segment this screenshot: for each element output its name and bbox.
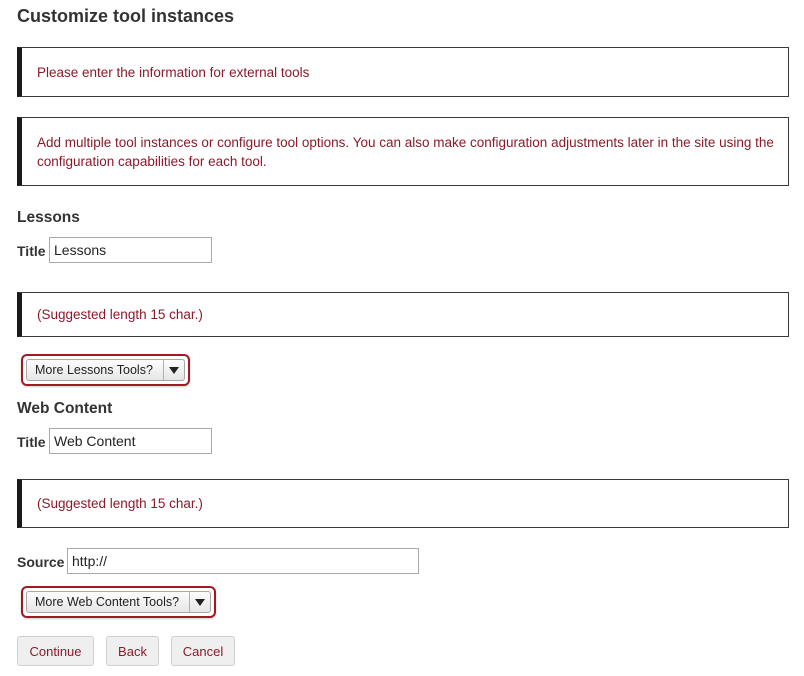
web-content-title-input[interactable] [49, 428, 212, 454]
back-button[interactable]: Back [106, 636, 159, 666]
web-content-length-hint-text: (Suggested length 15 char.) [37, 496, 203, 511]
web-content-source-input[interactable] [67, 548, 419, 574]
page-title: Customize tool instances [17, 6, 235, 26]
lessons-heading: Lessons [17, 209, 80, 226]
external-tools-message: Please enter the information for externa… [17, 47, 789, 97]
lessons-title-label: Title [17, 243, 46, 259]
web-content-length-hint: (Suggested length 15 char.) [17, 479, 789, 528]
web-content-heading: Web Content [17, 400, 113, 417]
lessons-title-input[interactable] [49, 237, 212, 263]
triangle-down-icon [189, 592, 210, 612]
more-lessons-tools-label: More Lessons Tools? [35, 363, 153, 377]
web-content-title-label: Title [17, 434, 46, 450]
continue-button[interactable]: Continue [17, 636, 94, 666]
web-content-source-label: Source [17, 554, 65, 570]
more-web-content-tools-select[interactable]: More Web Content Tools? [26, 591, 212, 613]
more-web-content-tools-label: More Web Content Tools? [35, 595, 180, 609]
triangle-down-icon [162, 360, 184, 380]
instructions-message: Add multiple tool instances or configure… [17, 117, 789, 186]
more-web-content-tools-highlight: More Web Content Tools? [21, 586, 217, 618]
instructions-message-text: Add multiple tool instances or configure… [37, 134, 774, 169]
more-lessons-tools-select[interactable]: More Lessons Tools? [26, 359, 185, 381]
lessons-length-hint: (Suggested length 15 char.) [17, 292, 789, 337]
lessons-length-hint-text: (Suggested length 15 char.) [37, 307, 203, 322]
more-lessons-tools-highlight: More Lessons Tools? [21, 354, 190, 386]
cancel-button[interactable]: Cancel [171, 636, 235, 666]
external-tools-message-text: Please enter the information for externa… [37, 64, 310, 80]
